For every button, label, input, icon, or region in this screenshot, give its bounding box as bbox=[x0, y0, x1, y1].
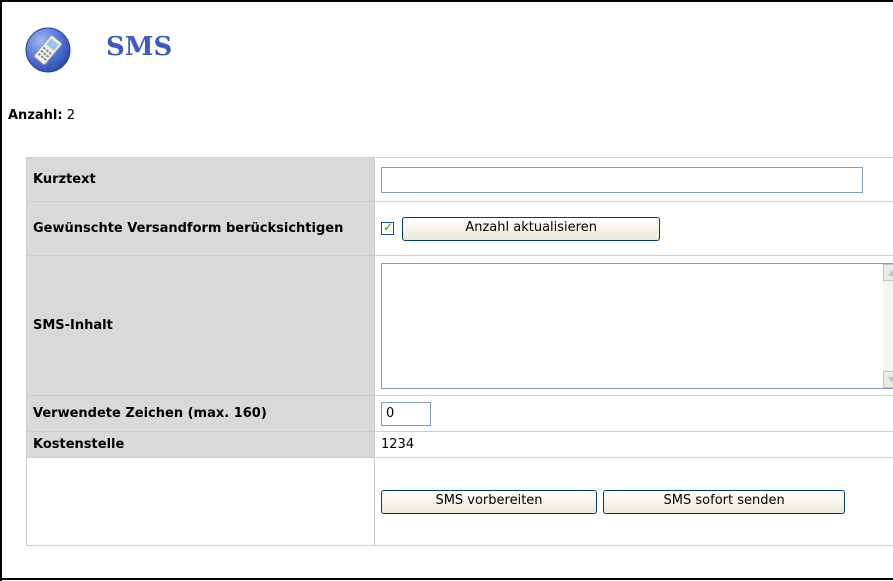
row-actions: SMS vorbereiten SMS sofort senden bbox=[26, 457, 893, 546]
mobile-phone-icon bbox=[25, 27, 71, 73]
kostenstelle-value: 1234 bbox=[374, 431, 893, 458]
bottom-border bbox=[0, 578, 893, 580]
scroll-up-icon[interactable]: ▲ bbox=[883, 263, 893, 281]
kostenstelle-label: Kostenstelle bbox=[26, 431, 375, 458]
send-sms-now-button[interactable]: SMS sofort senden bbox=[603, 489, 846, 514]
versandform-checkbox[interactable]: ✓ bbox=[381, 220, 394, 235]
sms-content-textarea[interactable]: ▲ ▼ bbox=[381, 262, 893, 389]
actions-empty-cell bbox=[26, 457, 375, 546]
row-zeichen: Verwendete Zeichen (max. 160) bbox=[26, 395, 893, 432]
row-kurztext: Kurztext bbox=[26, 157, 893, 202]
kurztext-label: Kurztext bbox=[26, 157, 375, 202]
checkmark-icon: ✓ bbox=[383, 220, 394, 234]
kurztext-input[interactable] bbox=[381, 166, 863, 193]
versandform-label: Gewünschte Versandform berücksichtigen bbox=[26, 201, 375, 256]
inhalt-label: SMS-Inhalt bbox=[26, 255, 375, 396]
row-kostenstelle: Kostenstelle 1234 bbox=[26, 431, 893, 458]
textarea-scrollbar[interactable]: ▲ ▼ bbox=[883, 263, 893, 388]
update-count-button[interactable]: Anzahl aktualisieren bbox=[402, 216, 661, 241]
prepare-sms-button[interactable]: SMS vorbereiten bbox=[381, 489, 597, 514]
row-versandform: Gewünschte Versandform berücksichtigen ✓… bbox=[26, 201, 893, 256]
count-value: 2 bbox=[66, 108, 75, 123]
page-title: SMS bbox=[106, 32, 173, 62]
sms-form: Kurztext Gewünschte Versandform berücksi… bbox=[26, 157, 893, 546]
zeichen-label: Verwendete Zeichen (max. 160) bbox=[26, 395, 375, 432]
row-inhalt: SMS-Inhalt ▲ ▼ bbox=[26, 255, 893, 396]
scroll-down-icon[interactable]: ▼ bbox=[883, 370, 893, 388]
count-label: Anzahl bbox=[8, 108, 58, 123]
recipient-count: Anzahl: 2 bbox=[8, 108, 75, 123]
character-count-field bbox=[381, 401, 431, 426]
